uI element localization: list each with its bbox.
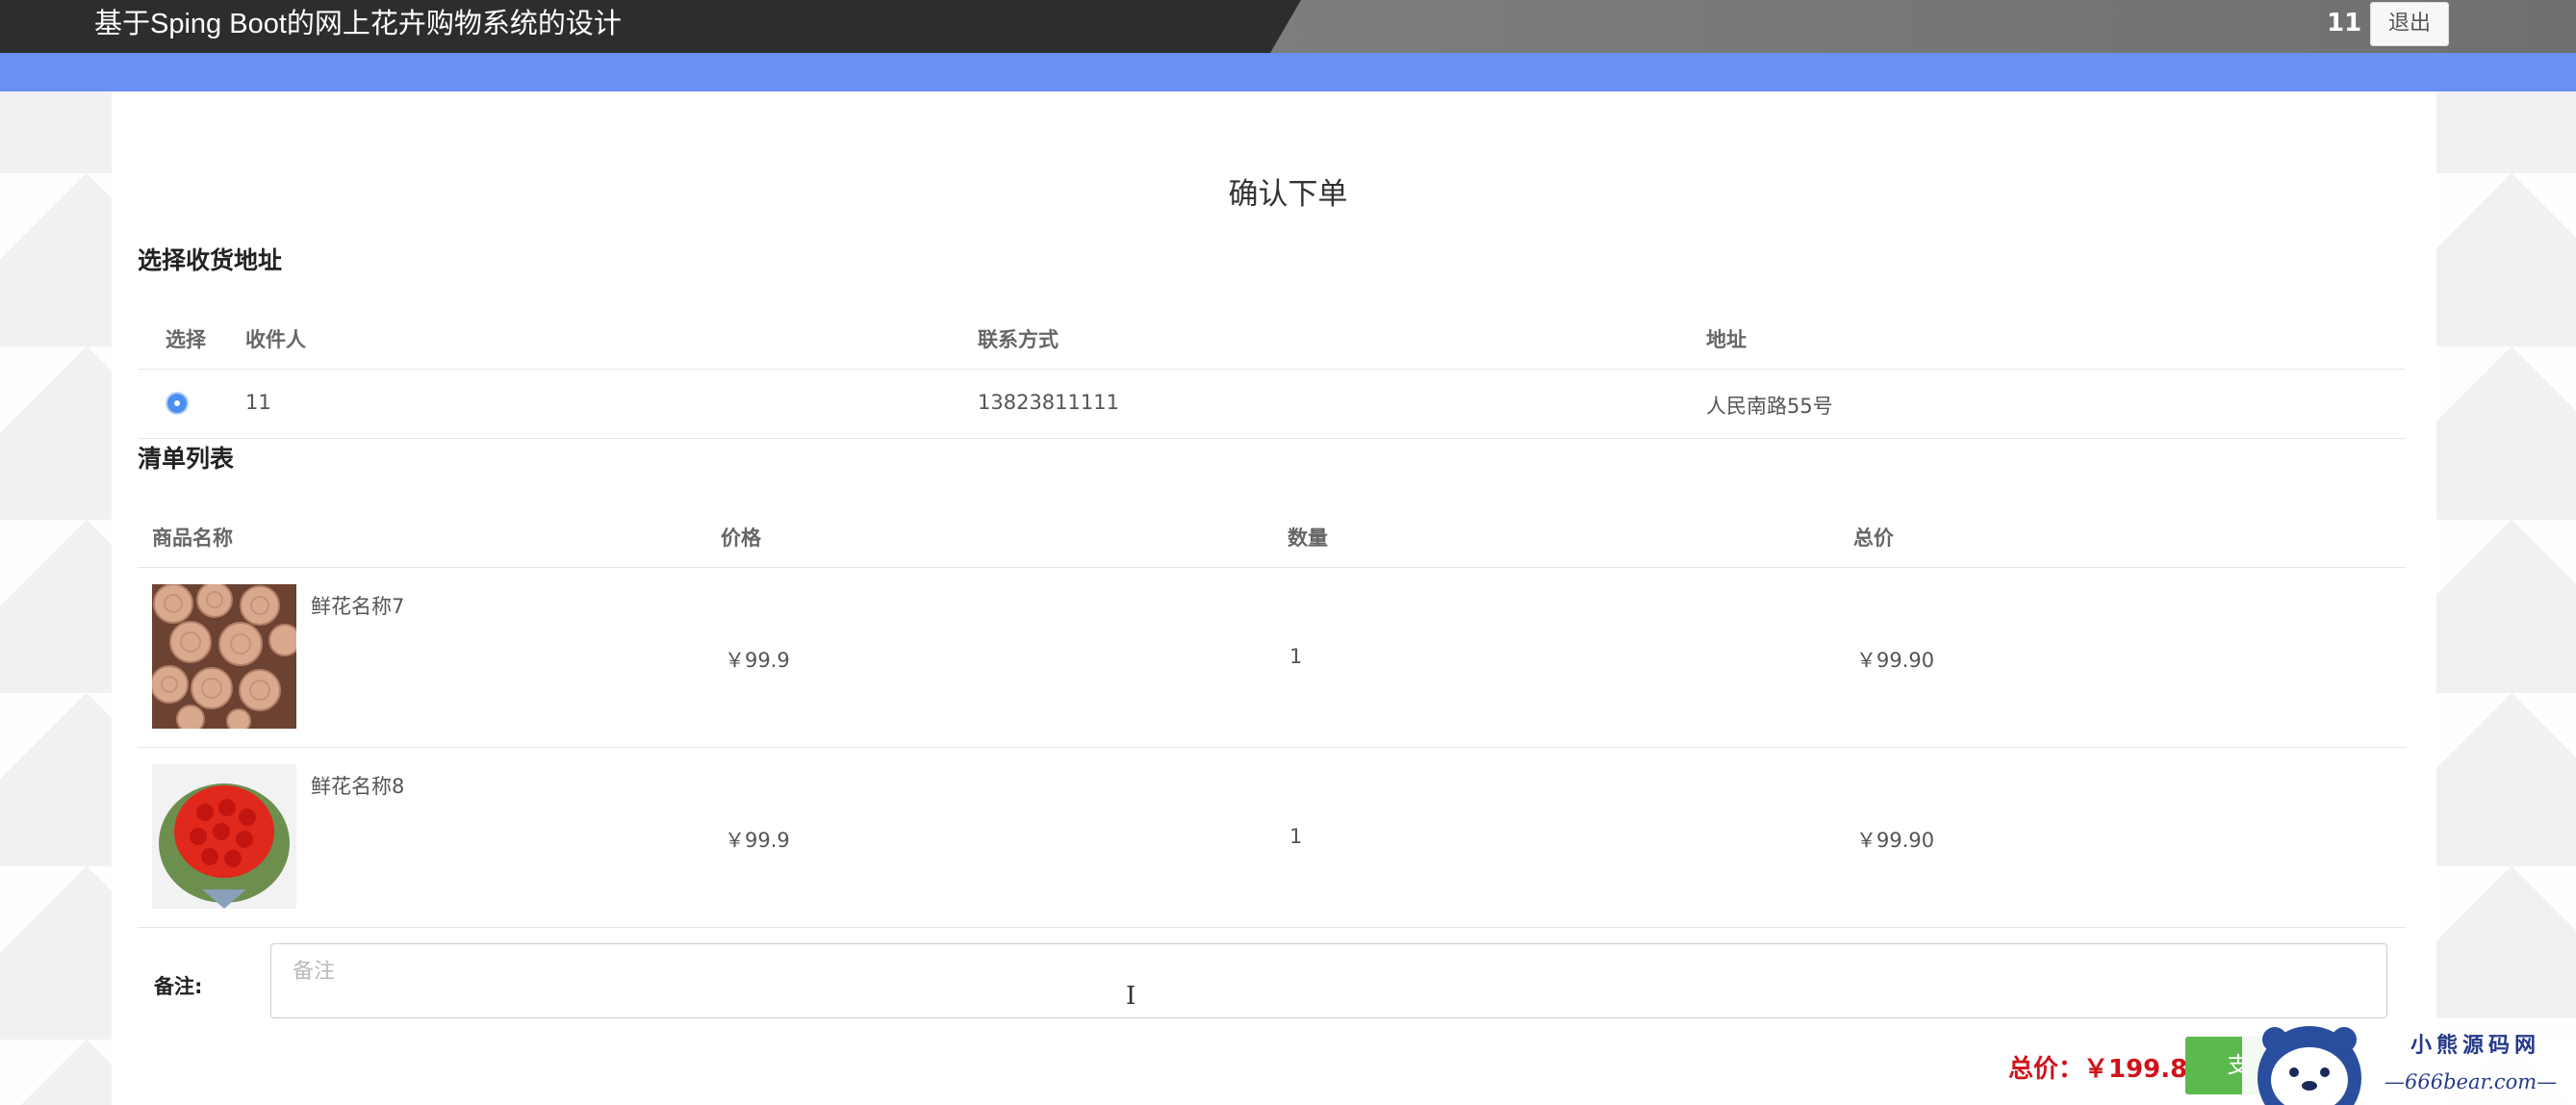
items-table-header: 商品名称 价格 数量 总价 xyxy=(138,500,2406,568)
item-quantity: 1 xyxy=(1289,825,1303,848)
cart-item-row: 鲜花名称8 ￥99.9 1 ￥99.90 xyxy=(138,748,2406,928)
site-title: 基于Sping Boot的网上花卉购物系统的设计 xyxy=(94,9,622,39)
top-navbar: 基于Sping Boot的网上花卉购物系统的设计 11 退出 xyxy=(0,0,2576,53)
item-name[interactable]: 鲜花名称8 xyxy=(311,771,404,800)
address-phone: 13823811111 xyxy=(978,391,1119,414)
user-name[interactable]: 11 xyxy=(2327,0,2361,46)
items-section-title: 清单列表 xyxy=(138,445,235,473)
column-header-select: 选择 xyxy=(166,328,206,351)
column-header-qty: 数量 xyxy=(1288,527,1328,550)
watermark-url: —666bear.com— xyxy=(2385,1070,2558,1093)
address-recipient: 11 xyxy=(245,391,271,414)
item-quantity: 1 xyxy=(1289,645,1303,668)
address-text: 人民南路55号 xyxy=(1706,395,1833,418)
column-header-name: 商品名称 xyxy=(152,527,233,550)
item-price: ￥99.9 xyxy=(725,829,790,852)
item-total: ￥99.90 xyxy=(1856,829,1935,852)
items-table: 商品名称 价格 数量 总价 鲜花名称7 ￥99.9 1 ￥99.90 鲜花名称8… xyxy=(138,500,2406,928)
column-header-total: 总价 xyxy=(1853,527,1894,550)
column-header-recipient: 收件人 xyxy=(245,328,306,351)
item-price: ￥99.9 xyxy=(725,649,790,672)
text-cursor-icon: I xyxy=(1126,982,1136,1011)
order-total: 总价：￥199.80 xyxy=(2008,1055,2206,1084)
logout-button[interactable]: 退出 xyxy=(2370,2,2449,46)
watermark-site-name: 小熊源码网 xyxy=(2410,1033,2541,1058)
address-section-title: 选择收货地址 xyxy=(138,246,283,274)
header-blue-band xyxy=(0,53,2576,91)
address-select-radio[interactable] xyxy=(167,394,187,413)
remark-textarea[interactable] xyxy=(270,943,2387,1018)
red-rose-heart-photo[interactable] xyxy=(152,764,296,909)
column-header-address: 地址 xyxy=(1706,328,1747,351)
page-title: 确认下单 xyxy=(1228,177,1348,212)
address-table: 选择 收件人 联系方式 地址 11 13823811111 人民南路55号 xyxy=(138,301,2406,439)
rose-bouquet-photo[interactable] xyxy=(152,584,296,729)
column-header-phone: 联系方式 xyxy=(978,328,1058,351)
remark-label: 备注: xyxy=(154,975,203,998)
address-row[interactable]: 11 13823811111 人民南路55号 xyxy=(138,370,2406,439)
column-header-price: 价格 xyxy=(721,527,761,550)
address-table-header: 选择 收件人 联系方式 地址 xyxy=(138,301,2406,370)
cart-item-row: 鲜花名称7 ￥99.9 1 ￥99.90 xyxy=(138,568,2406,748)
bear-logo-icon xyxy=(2257,1026,2361,1105)
item-name[interactable]: 鲜花名称7 xyxy=(311,591,404,620)
item-total: ￥99.90 xyxy=(1856,649,1935,672)
